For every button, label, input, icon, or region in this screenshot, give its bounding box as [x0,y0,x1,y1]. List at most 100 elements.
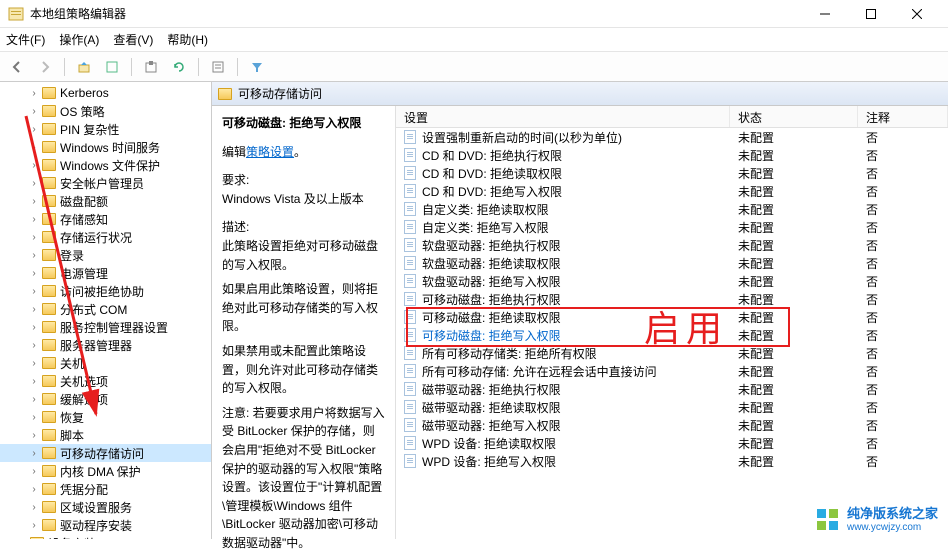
expand-icon[interactable]: › [28,358,40,369]
tree-item[interactable]: ›安全帐户管理员 [0,174,211,192]
tree-item[interactable]: ›服务控制管理器设置 [0,318,211,336]
tree-item[interactable]: ›Windows 文件保护 [0,156,211,174]
edit-policy-link[interactable]: 策略设置 [246,145,294,159]
expand-icon[interactable]: › [28,178,40,189]
menu-help[interactable]: 帮助(H) [167,31,208,48]
setting-name: CD 和 DVD: 拒绝执行权限 [422,147,562,164]
setting-name: CD 和 DVD: 拒绝写入权限 [422,183,562,200]
setting-comment: 否 [858,363,948,380]
menu-action[interactable]: 操作(A) [59,31,99,48]
list-row[interactable]: 软盘驱动器: 拒绝执行权限未配置否 [396,236,948,254]
tree-item[interactable]: ›驱动程序安装 [0,516,211,534]
list-row[interactable]: 自定义类: 拒绝写入权限未配置否 [396,218,948,236]
menu-view[interactable]: 查看(V) [113,31,153,48]
expand-icon[interactable]: › [28,502,40,513]
expand-icon[interactable]: › [28,268,40,279]
tree-item[interactable]: ›Windows 时间服务 [0,138,211,156]
list-row[interactable]: 磁带驱动器: 拒绝写入权限未配置否 [396,416,948,434]
maximize-button[interactable] [848,0,894,28]
tree-item[interactable]: ›分布式 COM [0,300,211,318]
expand-icon[interactable]: › [28,430,40,441]
refresh-button[interactable] [168,56,190,78]
tree-item[interactable]: ›PIN 复杂性 [0,120,211,138]
list-row[interactable]: 所有可移动存储: 允许在远程会话中直接访问未配置否 [396,362,948,380]
expand-icon[interactable]: › [28,106,40,117]
setting-name: 所有可移动存储类: 拒绝所有权限 [422,345,597,362]
folder-icon [42,141,56,153]
expand-icon[interactable]: › [28,520,40,531]
list-row[interactable]: CD 和 DVD: 拒绝读取权限未配置否 [396,164,948,182]
folder-icon [42,483,56,495]
column-comment[interactable]: 注释 [858,106,948,127]
back-button[interactable] [6,56,28,78]
expand-icon[interactable]: › [28,448,40,459]
expand-icon[interactable]: › [28,376,40,387]
forward-button[interactable] [34,56,56,78]
list-row[interactable]: 磁带驱动器: 拒绝读取权限未配置否 [396,398,948,416]
tree-item[interactable]: ›缓解选项 [0,390,211,408]
tree-pane[interactable]: ›Kerberos›OS 策略›PIN 复杂性›Windows 时间服务›Win… [0,82,212,539]
up-button[interactable] [73,56,95,78]
tree-item[interactable]: › 关机 [0,354,211,372]
list-row[interactable]: 磁带驱动器: 拒绝执行权限未配置否 [396,380,948,398]
close-button[interactable] [894,0,940,28]
list-row[interactable]: WPD 设备: 拒绝写入权限未配置否 [396,452,948,470]
expand-icon[interactable]: › [28,466,40,477]
export-button[interactable] [140,56,162,78]
tree-item[interactable]: ›磁盘配额 [0,192,211,210]
list-row[interactable]: CD 和 DVD: 拒绝写入权限未配置否 [396,182,948,200]
list-row[interactable]: 软盘驱动器: 拒绝写入权限未配置否 [396,272,948,290]
setting-comment: 否 [858,435,948,452]
folder-icon [42,429,56,441]
expand-icon[interactable]: › [28,394,40,405]
tree-item[interactable]: ›可移动存储访问 [0,444,211,462]
expand-icon[interactable]: › [28,340,40,351]
tree-item[interactable]: ›电源管理 [0,264,211,282]
tree-item-label: 脚本 [60,427,84,444]
expand-icon[interactable]: › [28,124,40,135]
tree-item[interactable]: ›恢复 [0,408,211,426]
list-row[interactable]: CD 和 DVD: 拒绝执行权限未配置否 [396,146,948,164]
expand-icon[interactable]: › [28,142,40,153]
minimize-button[interactable] [802,0,848,28]
tree-item[interactable]: ›登录 [0,246,211,264]
setting-state: 未配置 [730,201,858,218]
show-button[interactable] [101,56,123,78]
expand-icon[interactable]: › [28,304,40,315]
expand-icon[interactable]: › [28,214,40,225]
expand-icon[interactable]: › [28,412,40,423]
properties-button[interactable] [207,56,229,78]
expand-icon[interactable]: › [28,484,40,495]
tree-item[interactable]: ›服务器管理器 [0,336,211,354]
folder-icon [42,465,56,477]
tree-item[interactable]: ›存储感知 [0,210,211,228]
column-state[interactable]: 状态 [730,106,858,127]
list-row[interactable]: 软盘驱动器: 拒绝读取权限未配置否 [396,254,948,272]
tree-item[interactable]: ›内核 DMA 保护 [0,462,211,480]
folder-icon [42,447,56,459]
tree-item[interactable]: › 脚本 [0,426,211,444]
tree-item[interactable]: ›存储运行状况 [0,228,211,246]
tree-item[interactable]: ›凭据分配 [0,480,211,498]
column-setting[interactable]: 设置 [396,106,730,127]
tree-item[interactable]: ⌄设备安装 [0,534,211,539]
expand-icon[interactable]: › [28,250,40,261]
expand-icon[interactable]: › [28,160,40,171]
list-row[interactable]: 设置强制重新启动的时间(以秒为单位)未配置否 [396,128,948,146]
list-row[interactable]: WPD 设备: 拒绝读取权限未配置否 [396,434,948,452]
expand-icon[interactable]: › [28,88,40,99]
tree-item[interactable]: ›Kerberos [0,84,211,102]
setting-name: 磁带驱动器: 拒绝读取权限 [422,399,561,416]
tree-item[interactable]: ›访问被拒绝协助 [0,282,211,300]
list-row[interactable]: 自定义类: 拒绝读取权限未配置否 [396,200,948,218]
tree-item[interactable]: ›OS 策略 [0,102,211,120]
tree-item-label: 关机 [60,355,84,372]
expand-icon[interactable]: › [28,232,40,243]
tree-item[interactable]: ›关机选项 [0,372,211,390]
expand-icon[interactable]: › [28,286,40,297]
tree-item[interactable]: ›区域设置服务 [0,498,211,516]
expand-icon[interactable]: › [28,322,40,333]
expand-icon[interactable]: › [28,196,40,207]
menu-file[interactable]: 文件(F) [6,31,45,48]
filter-button[interactable] [246,56,268,78]
